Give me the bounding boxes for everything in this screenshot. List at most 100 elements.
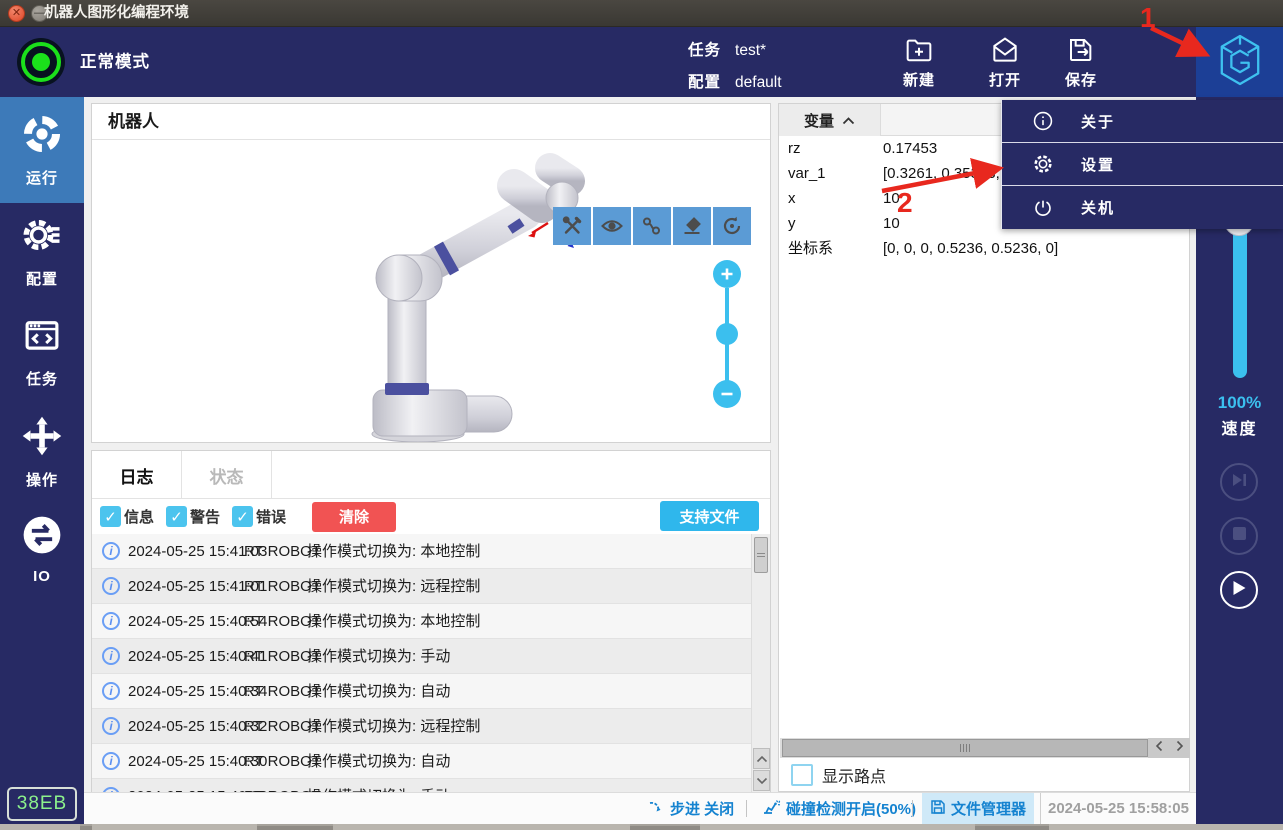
variables-header-cell[interactable]: 变量	[779, 104, 881, 136]
save-task-label: 保存	[1065, 69, 1097, 90]
filter-info-checkbox[interactable]: ✓ 信息	[100, 506, 154, 527]
menu-item-settings[interactable]: 设置	[1002, 143, 1283, 186]
stop-icon	[1233, 527, 1246, 545]
check-icon: ✓	[232, 506, 253, 527]
config-gear-icon	[21, 214, 63, 261]
log-row[interactable]: i2024-05-25 15:40:54RT ROBOT操作模式切换为: 本地控…	[92, 604, 751, 639]
eraser-button[interactable]	[673, 207, 711, 245]
scroll-left-button[interactable]	[1148, 738, 1169, 758]
app-dropdown-menu: 关于 设置 关机	[1001, 100, 1283, 229]
tab-log[interactable]: 日志	[92, 451, 182, 499]
desktop-strip	[0, 824, 1283, 830]
collision-icon	[762, 798, 781, 819]
zoom-out-button[interactable]	[713, 380, 741, 408]
task-label: 任务	[688, 42, 721, 59]
waypoint-path-button[interactable]	[633, 207, 671, 245]
task-value: test*	[735, 42, 766, 59]
sidebar-item-run[interactable]: 运行	[0, 97, 84, 203]
sidebar-item-config[interactable]: 配置	[0, 203, 84, 300]
variables-hscrollbar[interactable]	[780, 738, 1190, 758]
variable-row[interactable]: 坐标系[0, 0, 0, 0.5236, 0.5236, 0]	[779, 236, 1189, 261]
step-icon	[648, 799, 665, 819]
log-row[interactable]: i2024-05-25 15:40:34RT ROBOT操作模式切换为: 自动	[92, 674, 751, 709]
tools-icon	[560, 214, 584, 238]
zoom-slider-handle[interactable]	[716, 323, 738, 345]
info-icon	[1032, 110, 1054, 132]
step-forward-button[interactable]	[1220, 463, 1258, 501]
green-ring-icon	[21, 42, 61, 82]
sidebar-item-io[interactable]: IO	[0, 503, 84, 595]
robot-3d-viewport[interactable]	[92, 140, 770, 442]
play-button[interactable]	[1220, 571, 1258, 609]
scroll-up-button[interactable]	[753, 748, 770, 769]
app-window: ✕ — 机器人图形化编程环境 正常模式 任务test* 配置default 新建…	[0, 0, 1283, 830]
chevron-right-icon	[1176, 739, 1184, 757]
speed-slider-track[interactable]	[1233, 225, 1247, 378]
io-swap-icon	[21, 514, 63, 561]
divider	[912, 800, 913, 817]
log-list: i2024-05-25 15:41:03RT ROBOT操作模式切换为: 本地控…	[92, 534, 751, 792]
tools-button[interactable]	[553, 207, 591, 245]
tab-status[interactable]: 状态	[182, 451, 272, 499]
filter-warning-checkbox[interactable]: ✓ 警告	[166, 506, 220, 527]
cube-logo-icon	[1217, 33, 1263, 92]
mode-status-light	[17, 38, 65, 86]
sidebar-item-label: IO	[33, 568, 51, 585]
clock: 2024-05-25 15:58:05	[1040, 793, 1189, 824]
floppy-disk-icon	[930, 799, 946, 819]
app-menu-button[interactable]	[1196, 27, 1283, 97]
menu-item-shutdown[interactable]: 关机	[1002, 186, 1283, 229]
gear-icon	[1032, 153, 1054, 175]
new-task-label: 新建	[903, 69, 935, 90]
hscrollbar-thumb[interactable]	[782, 739, 1148, 757]
task-code-icon	[21, 314, 63, 361]
reset-view-button[interactable]	[713, 207, 751, 245]
chevron-up-icon	[756, 750, 768, 768]
close-icon[interactable]: ✕	[8, 5, 25, 22]
visibility-button[interactable]	[593, 207, 631, 245]
info-icon: i	[102, 647, 120, 665]
variable-name: var_1	[788, 161, 826, 186]
log-row[interactable]: i2024-05-25 15:41:01RT ROBOT操作模式切换为: 远程控…	[92, 569, 751, 604]
variable-value: [0.3261, 0.35348, 0	[883, 161, 1012, 186]
log-scrollbar[interactable]	[751, 534, 770, 792]
show-waypoints-checkbox[interactable]: 显示路点	[791, 763, 886, 787]
log-row[interactable]: i2024-05-25 15:40:32RT ROBOT操作模式切换为: 远程控…	[92, 709, 751, 744]
new-task-button[interactable]: 新建	[886, 31, 952, 93]
info-icon: i	[102, 612, 120, 630]
info-icon: i	[102, 682, 120, 700]
support-files-button[interactable]: 支持文件	[660, 501, 759, 531]
checkbox-unchecked-icon	[791, 764, 813, 786]
scroll-down-button[interactable]	[753, 770, 770, 791]
scrollbar-thumb[interactable]	[754, 537, 768, 573]
file-manager-button[interactable]: 文件管理器	[922, 793, 1034, 824]
config-row: 配置default	[688, 70, 782, 92]
zoom-in-button[interactable]	[713, 260, 741, 288]
stop-button[interactable]	[1220, 517, 1258, 555]
variable-name: x	[788, 186, 796, 211]
sidebar-item-label: 操作	[26, 469, 58, 490]
step-mode-toggle[interactable]: 步进 关闭	[648, 793, 734, 824]
sidebar-item-task[interactable]: 任务	[0, 300, 84, 402]
log-message: 操作模式切换为: 自动	[307, 674, 450, 709]
collision-detect-toggle[interactable]: 碰撞检测开启(50%)	[762, 793, 916, 824]
scroll-right-button[interactable]	[1169, 738, 1190, 758]
power-icon	[1032, 197, 1054, 219]
log-row[interactable]: i2024-05-25 15:40:08RT ROBOT操作模式切换为: 手动	[92, 779, 751, 792]
save-icon	[1065, 34, 1097, 66]
clear-log-button[interactable]: 清除	[312, 502, 396, 532]
save-task-button[interactable]: 保存	[1048, 31, 1114, 93]
sidebar-item-operate[interactable]: 操作	[0, 402, 84, 503]
sidebar-nav: 运行 配置 任务 操作 IO 38EB	[0, 97, 84, 824]
open-task-button[interactable]: 打开	[972, 31, 1038, 93]
log-row[interactable]: i2024-05-25 15:40:41RT ROBOT操作模式切换为: 手动	[92, 639, 751, 674]
status-badge: 38EB	[7, 787, 77, 821]
play-icon	[1232, 580, 1246, 601]
menu-item-about[interactable]: 关于	[1002, 100, 1283, 143]
log-row[interactable]: i2024-05-25 15:41:03RT ROBOT操作模式切换为: 本地控…	[92, 534, 751, 569]
variable-name: rz	[788, 136, 801, 161]
log-row[interactable]: i2024-05-25 15:40:30RT ROBOT操作模式切换为: 自动	[92, 744, 751, 779]
skip-icon	[1231, 472, 1248, 493]
check-icon: ✓	[100, 506, 121, 527]
filter-error-checkbox[interactable]: ✓ 错误	[232, 506, 286, 527]
